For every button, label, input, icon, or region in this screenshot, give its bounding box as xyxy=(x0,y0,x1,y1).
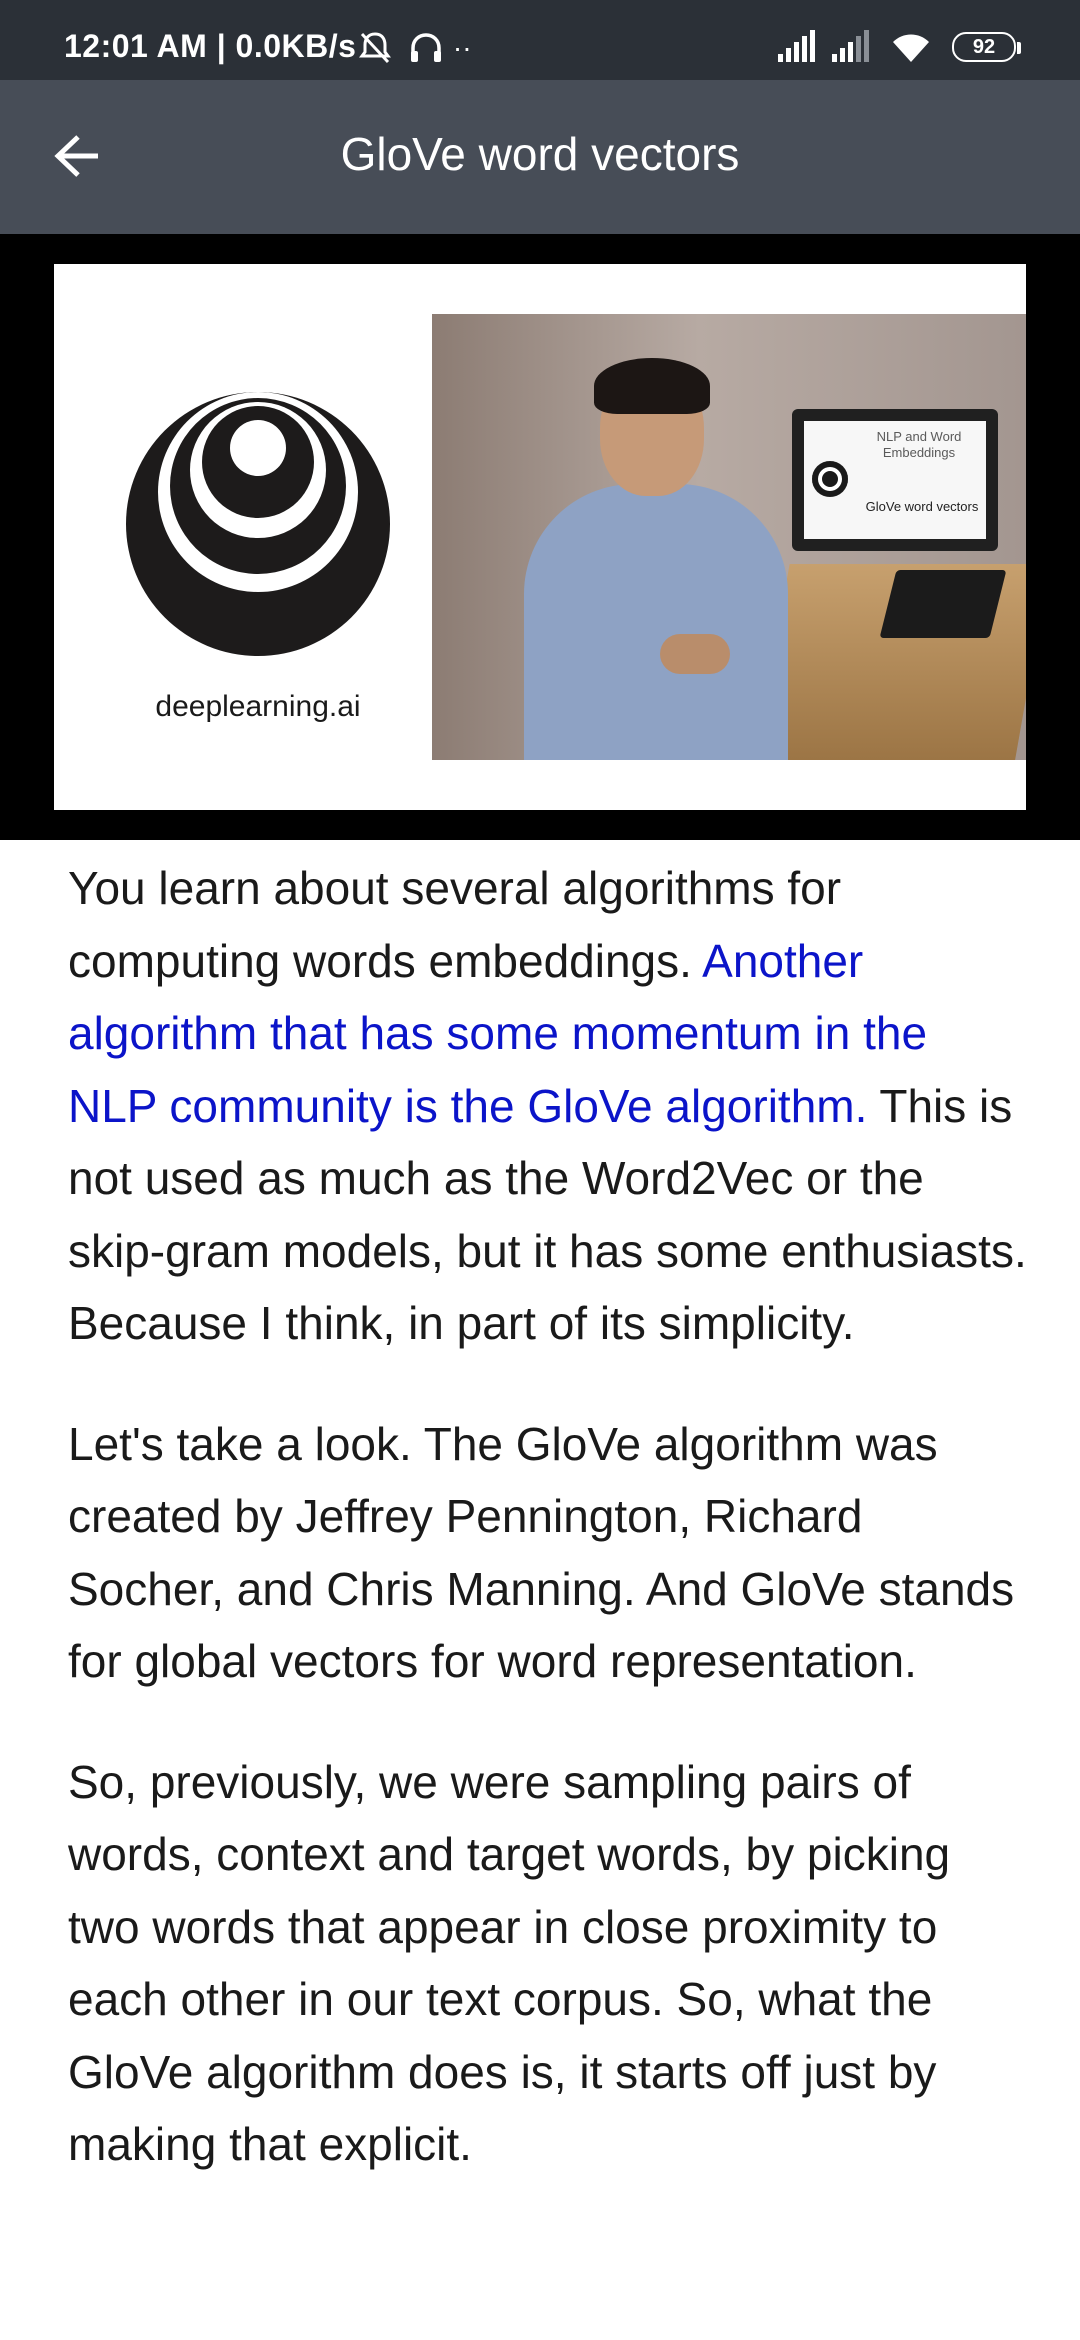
transcript-paragraph-2[interactable]: Let's take a look. The GloVe algorithm w… xyxy=(68,1408,1028,1698)
status-left-icons: ·· xyxy=(358,30,472,70)
mute-icon xyxy=(359,32,391,64)
video-player[interactable]: deeplearning.ai NLP and Word Embeddings … xyxy=(0,234,1080,840)
signal-icon-2 xyxy=(832,30,870,62)
battery-level: 92 xyxy=(972,36,996,58)
slide-title: NLP and Word Embeddings xyxy=(876,429,962,460)
presenter-hair xyxy=(594,358,710,414)
deeplearning-logo-icon xyxy=(126,392,390,656)
app-bar: GloVe word vectors xyxy=(0,80,1080,234)
status-bar: 12:01 AM | 0.0KB/s ·· 92 xyxy=(0,0,1080,80)
wifi-icon xyxy=(892,34,929,62)
slide-subtitle: GloVe word vectors xyxy=(865,499,979,514)
battery-icon: 92 xyxy=(952,32,1021,62)
status-time: 12:01 AM | 0.0KB/s xyxy=(64,28,357,64)
presenter-body xyxy=(524,484,788,760)
monitor-logo-icon xyxy=(812,461,848,497)
presenter-video: NLP and Word Embeddings GloVe word vecto… xyxy=(432,314,1026,760)
brand-name: deeplearning.ai xyxy=(155,690,361,723)
monitor-screen: NLP and Word Embeddings GloVe word vecto… xyxy=(804,421,986,539)
tablet xyxy=(879,570,1007,638)
monitor: NLP and Word Embeddings GloVe word vecto… xyxy=(792,409,998,551)
page-title: GloVe word vectors xyxy=(340,128,740,180)
status-right-icons xyxy=(776,30,933,64)
transcript-paragraph-1: You learn about several algorithms for c… xyxy=(68,852,1028,1360)
video-frame: deeplearning.ai NLP and Word Embeddings … xyxy=(54,264,1026,810)
more-notifications-icon: ·· xyxy=(452,32,472,63)
signal-icon xyxy=(778,30,815,62)
transcript-paragraph-3[interactable]: So, previously, we were sampling pairs o… xyxy=(68,1746,1028,2181)
transcript: You learn about several algorithms for c… xyxy=(68,852,1028,2229)
headphones-icon xyxy=(411,33,442,62)
presenter-hands xyxy=(660,634,730,674)
